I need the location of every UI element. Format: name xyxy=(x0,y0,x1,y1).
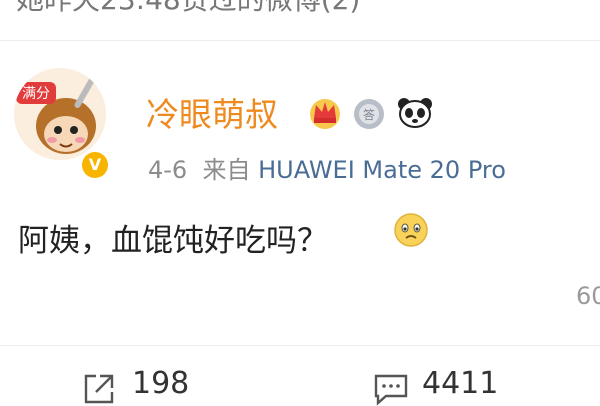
post-date: 4-6 xyxy=(148,156,188,184)
action-bar: 198 4411 xyxy=(0,346,600,406)
medal-icon[interactable]: 答 xyxy=(349,92,389,132)
crown-icon[interactable] xyxy=(305,92,345,132)
monkey-avatar-image: 满分 xyxy=(14,68,106,160)
pitiful-face-emoji xyxy=(394,213,428,247)
avatar-badge-text: 满分 xyxy=(22,86,50,102)
post-content[interactable]: 阿姨，血馄饨好吃吗？ xyxy=(18,215,328,260)
repost-count: 198 xyxy=(132,366,190,401)
source-device[interactable]: HUAWEI Mate 20 Pro xyxy=(258,156,506,184)
source-prefix: 来自 xyxy=(202,156,251,184)
panda-icon[interactable] xyxy=(395,92,435,132)
svg-text:答: 答 xyxy=(363,107,375,122)
repost-icon xyxy=(84,374,114,404)
comment-icon xyxy=(374,374,408,406)
username[interactable]: 冷眼萌叔 xyxy=(146,88,278,136)
weibo-post-card[interactable]: 满分 V 冷眼萌叔 答 4-6 来自 HUAWEI Mate 20 Pro 阿姨… xyxy=(0,0,600,310)
comment-count: 4411 xyxy=(422,366,499,401)
verified-badge-label: V xyxy=(82,152,108,178)
side-count: 60 xyxy=(576,282,600,310)
verified-badge: V xyxy=(80,150,110,180)
avatar[interactable]: 满分 xyxy=(14,68,106,160)
post-meta: 4-6 来自 HUAWEI Mate 20 Pro xyxy=(148,150,506,185)
